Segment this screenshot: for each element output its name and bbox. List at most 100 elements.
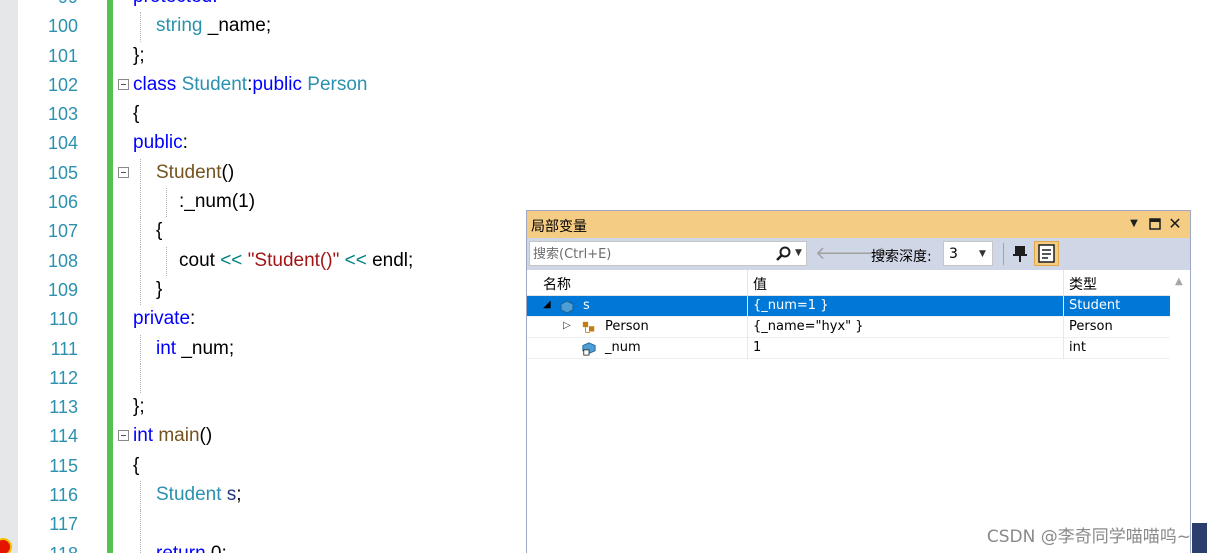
code-text[interactable]: {	[133, 455, 139, 477]
code-token: {	[156, 220, 163, 242]
line-number: 100	[47, 16, 78, 37]
line-number: 101	[47, 45, 78, 66]
indent-guide	[140, 275, 141, 306]
base-class-icon	[582, 320, 596, 334]
search-box[interactable]: ▼	[529, 241, 807, 266]
expand-arrow-icon[interactable]: ▷	[563, 320, 571, 331]
column-name-header[interactable]: 名称	[543, 274, 571, 294]
chevron-down-icon: ▼	[979, 249, 986, 259]
code-token: Student	[156, 484, 222, 506]
line-number: 113	[49, 397, 78, 418]
code-token: class	[133, 73, 177, 95]
indent-guide	[140, 481, 141, 511]
line-number: 115	[49, 455, 78, 476]
indent-guide	[166, 188, 167, 218]
variable-value[interactable]: {_name="hyx" }	[753, 319, 864, 334]
search-icon[interactable]	[774, 245, 792, 263]
locals-title-bar[interactable]: 局部变量 ▼ ✕	[527, 211, 1190, 238]
code-token: int	[156, 337, 177, 359]
object-icon	[560, 299, 574, 314]
code-text[interactable]: };	[133, 45, 145, 67]
indent-guide	[140, 12, 141, 42]
code-text[interactable]: Student()	[156, 162, 234, 184]
code-text[interactable]: Student s;	[156, 484, 242, 506]
cell-divider	[747, 338, 748, 359]
line-number: 108	[47, 250, 78, 271]
collapse-icon[interactable]	[118, 78, 129, 90]
column-divider[interactable]	[747, 270, 748, 296]
indent-guide	[140, 334, 141, 364]
search-depth-select[interactable]: 3 ▼	[943, 241, 993, 266]
code-text[interactable]: {	[156, 220, 162, 242]
toolbar-divider	[1003, 243, 1004, 265]
locals-grid[interactable]: 名称 值 类型 ◢ s {_num=1 } Student ▷ Person {_name=…	[527, 270, 1190, 553]
code-token: protected:	[133, 0, 218, 7]
search-depth-label: 搜索深度:	[871, 249, 932, 265]
search-input[interactable]	[533, 245, 768, 263]
close-icon[interactable]: ✕	[1166, 215, 1184, 233]
code-token: Student	[181, 73, 248, 95]
variable-name[interactable]: Person	[605, 319, 649, 334]
locals-row[interactable]: _num 1 int	[527, 338, 1170, 359]
hex-display-button[interactable]	[1034, 241, 1059, 266]
column-value-header[interactable]: 值	[753, 274, 767, 294]
line-number: 109	[47, 279, 78, 300]
maximize-icon[interactable]	[1146, 215, 1164, 233]
code-line[interactable]: 101};	[0, 42, 1207, 71]
code-text[interactable]: class Student:public Person	[133, 74, 368, 96]
line-number: 106	[47, 192, 78, 213]
line-number: 104	[47, 133, 78, 154]
code-line[interactable]: 105 Student()	[0, 158, 1207, 189]
variable-name[interactable]: _num	[605, 340, 641, 355]
code-token: }	[156, 278, 163, 300]
collapse-icon[interactable]	[118, 430, 129, 442]
code-text[interactable]: int _num;	[156, 338, 234, 360]
vertical-scrollbar[interactable]: ▲	[1170, 270, 1190, 553]
code-text[interactable]: cout << "Student()" << endl;	[179, 250, 413, 272]
variable-value[interactable]: {_num=1 }	[753, 298, 828, 313]
variable-type[interactable]: int	[1069, 340, 1086, 355]
code-text[interactable]: :_num(1)	[179, 191, 255, 213]
locals-row[interactable]: ▷ Person {_name="hyx" } Person	[527, 317, 1170, 338]
code-line[interactable]: 103 {	[0, 100, 1207, 129]
code-line[interactable]: 102 class Student:public Person	[0, 71, 1207, 100]
code-token: <<	[220, 249, 243, 271]
variable-value[interactable]: 1	[753, 340, 761, 355]
pin-icon[interactable]	[1009, 242, 1031, 264]
code-text[interactable]: return 0;	[156, 543, 227, 553]
code-line[interactable]: 100 string _name;	[0, 12, 1207, 42]
code-text[interactable]: };	[133, 396, 145, 418]
code-text[interactable]: protected:	[133, 0, 218, 8]
variable-name[interactable]: s	[583, 298, 590, 313]
locals-window[interactable]: 局部变量 ▼ ✕ ▼ 🡐 🡒 搜索深度: 3 ▼	[526, 210, 1191, 553]
search-options-dropdown-icon[interactable]: ▼	[795, 248, 802, 258]
code-text[interactable]: {	[133, 103, 139, 125]
column-type-header[interactable]: 类型	[1069, 274, 1097, 294]
code-text[interactable]: private:	[133, 308, 195, 330]
cell-divider	[1063, 338, 1064, 359]
column-divider[interactable]	[1063, 270, 1064, 296]
code-token: {	[133, 103, 140, 125]
code-token: 0;	[206, 543, 227, 553]
code-token: cout	[179, 249, 221, 271]
code-text[interactable]: string _name;	[156, 15, 271, 37]
code-text[interactable]: }	[156, 279, 162, 301]
code-token: _name;	[202, 15, 272, 37]
code-token: ;	[236, 484, 242, 506]
variable-type[interactable]: Person	[1069, 319, 1113, 334]
locals-row[interactable]: ◢ s {_num=1 } Student	[527, 296, 1170, 317]
indent-guide	[140, 217, 141, 247]
code-token: private	[133, 308, 191, 330]
line-number: 103	[47, 104, 78, 125]
variable-type[interactable]: Student	[1069, 298, 1120, 313]
collapse-arrow-icon[interactable]: ◢	[543, 299, 551, 310]
column-header: 名称 值 类型	[527, 270, 1170, 296]
code-text[interactable]: public:	[133, 132, 188, 154]
scroll-up-icon[interactable]: ▲	[1175, 276, 1183, 287]
collapse-icon[interactable]	[118, 166, 129, 178]
window-position-dropdown-icon[interactable]: ▼	[1125, 215, 1143, 233]
cell-divider	[747, 317, 748, 338]
code-line[interactable]: 99 protected:	[0, 0, 1207, 12]
code-line[interactable]: 104 public:	[0, 129, 1207, 158]
code-text[interactable]: int main()	[133, 425, 212, 447]
